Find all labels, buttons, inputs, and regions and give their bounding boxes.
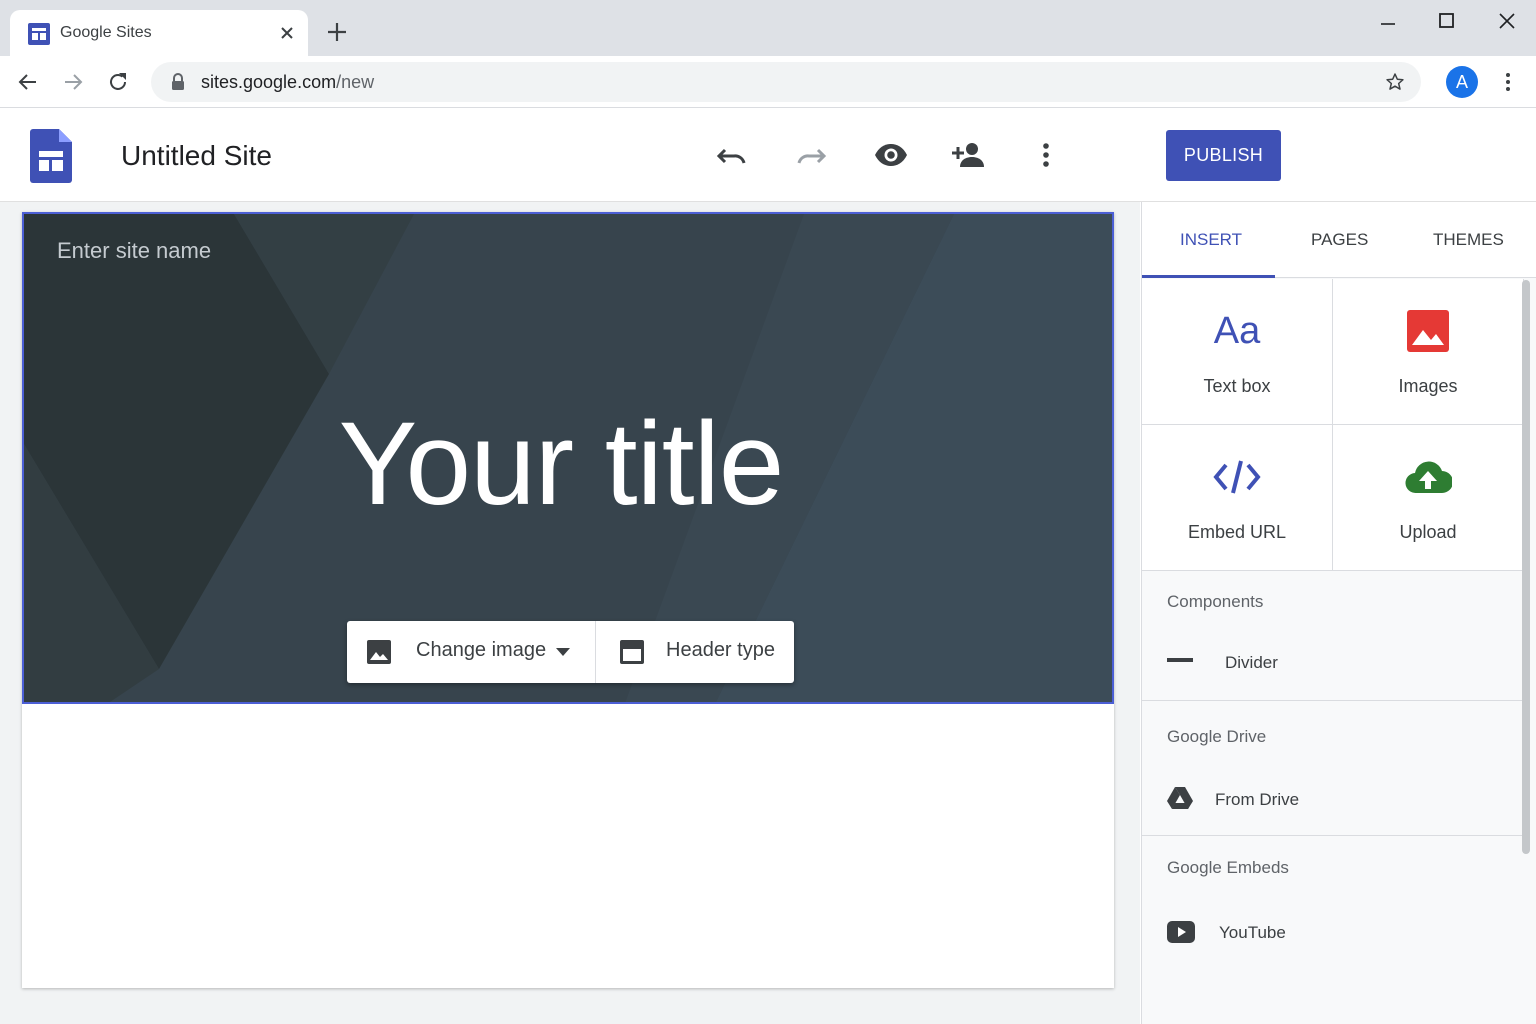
forward-arrow-icon[interactable] [61, 70, 85, 94]
undo-icon[interactable] [716, 139, 748, 171]
new-tab-icon[interactable] [325, 20, 349, 44]
insert-embed-url-tile[interactable]: Embed URL [1142, 425, 1333, 571]
google-embeds-section: Google Embeds YouTube [1142, 837, 1524, 1024]
address-bar[interactable]: sites.google.com/new [151, 62, 1421, 102]
bookmark-star-icon[interactable] [1385, 72, 1405, 92]
tab-insert[interactable]: INSERT [1180, 230, 1242, 250]
drive-icon [1167, 786, 1193, 810]
more-options-icon[interactable] [1036, 139, 1056, 171]
header-banner[interactable]: Enter site name Your title Change image [22, 212, 1114, 704]
browser-tab[interactable]: Google Sites [10, 10, 308, 56]
google-drive-title: Google Drive [1167, 727, 1267, 746]
share-add-person-icon[interactable] [951, 139, 987, 171]
image-icon [1333, 309, 1523, 353]
change-image-label: Change image [416, 639, 547, 661]
google-drive-section: Google Drive From Drive [1142, 702, 1524, 836]
site-title[interactable]: Untitled Site [121, 140, 272, 172]
tab-pages[interactable]: PAGES [1311, 230, 1368, 250]
from-drive-item[interactable]: From Drive [1215, 790, 1299, 810]
close-window-icon[interactable] [1495, 9, 1519, 33]
redo-icon[interactable] [795, 139, 827, 171]
google-sites-logo-icon [30, 129, 72, 183]
divider-item[interactable]: Divider [1225, 653, 1278, 673]
text-box-icon: Aa [1142, 309, 1332, 353]
header-type-button[interactable]: Header type [596, 621, 794, 683]
close-tab-icon[interactable] [278, 24, 296, 42]
header-type-label: Header type [666, 639, 775, 661]
text-box-glyph: Aa [1213, 310, 1261, 352]
tab-themes[interactable]: THEMES [1433, 230, 1504, 250]
upload-label: Upload [1399, 522, 1457, 542]
editor-canvas: Enter site name Your title Change image [0, 202, 1140, 1024]
back-arrow-icon[interactable] [16, 70, 40, 94]
panel-scrollbar[interactable] [1522, 280, 1530, 854]
google-sites-favicon-icon [28, 23, 50, 45]
browser-tab-title: Google Sites [60, 24, 152, 41]
active-tab-indicator [1142, 275, 1275, 278]
url-host: sites.google.com [201, 72, 337, 92]
insert-side-panel: INSERT PAGES THEMES Aa Text box Images E… [1141, 202, 1536, 1024]
browser-menu-icon[interactable] [1498, 70, 1518, 94]
maximize-icon[interactable] [1435, 9, 1459, 33]
site-name-placeholder[interactable]: Enter site name [57, 238, 211, 264]
dropdown-arrow-icon [556, 648, 570, 656]
change-image-button[interactable]: Change image [347, 621, 596, 683]
site-page[interactable]: Enter site name Your title Change image [22, 212, 1114, 988]
browser-toolbar: sites.google.com/new A [0, 56, 1536, 108]
image-icon [366, 639, 392, 665]
publish-button[interactable]: PUBLISH [1166, 130, 1281, 181]
insert-images-tile[interactable]: Images [1333, 279, 1524, 425]
components-title: Components [1167, 592, 1264, 611]
divider-icon [1167, 658, 1193, 662]
panel-tabs: INSERT PAGES THEMES [1142, 202, 1536, 278]
code-icon [1142, 455, 1332, 499]
url-text: sites.google.com/new [201, 72, 374, 93]
app-header: Untitled Site PUBLISH [0, 109, 1536, 202]
browser-tab-strip: Google Sites [0, 0, 1536, 56]
minimize-icon[interactable] [1376, 12, 1400, 36]
components-section: Components Divider [1142, 571, 1524, 701]
images-label: Images [1398, 376, 1458, 396]
google-embeds-title: Google Embeds [1167, 858, 1289, 877]
url-path: /new [336, 72, 375, 92]
insert-upload-tile[interactable]: Upload [1333, 425, 1524, 571]
youtube-item[interactable]: YouTube [1219, 923, 1286, 943]
profile-avatar[interactable]: A [1446, 66, 1478, 98]
reload-icon[interactable] [106, 70, 130, 94]
cloud-upload-icon [1333, 455, 1523, 499]
header-type-icon [619, 639, 645, 665]
banner-toolbar: Change image Header type [347, 621, 794, 683]
youtube-icon [1167, 921, 1195, 943]
embed-url-label: Embed URL [1187, 522, 1287, 542]
text-box-label: Text box [1203, 376, 1271, 396]
preview-eye-icon[interactable] [874, 139, 908, 171]
banner-title[interactable]: Your title [24, 396, 1112, 532]
lock-icon [171, 73, 185, 91]
insert-text-box-tile[interactable]: Aa Text box [1142, 279, 1333, 425]
